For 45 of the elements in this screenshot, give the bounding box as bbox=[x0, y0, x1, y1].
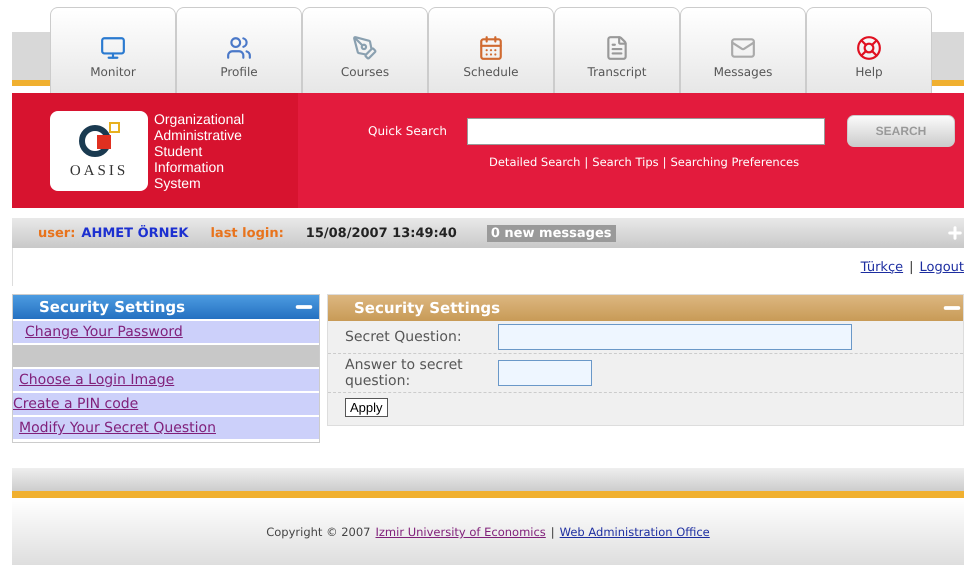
pen-icon bbox=[352, 35, 378, 61]
sidebar-link[interactable]: Create a PIN code bbox=[13, 393, 319, 415]
sidebar-title: Security Settings bbox=[39, 298, 186, 316]
calendar-icon bbox=[478, 35, 504, 61]
user-name: AHMET ÖRNEK bbox=[81, 226, 188, 240]
nav-tab[interactable]: Monitor bbox=[50, 7, 176, 93]
link-separator: | bbox=[584, 155, 588, 169]
nav-tab[interactable]: Help bbox=[806, 7, 932, 93]
sidebar-link[interactable]: Modify Your Secret Question bbox=[13, 417, 319, 439]
nav-tab[interactable]: Messages bbox=[680, 7, 806, 93]
nav-tab[interactable]: Schedule bbox=[428, 7, 554, 93]
search-label: Quick Search bbox=[368, 124, 447, 138]
apply-button[interactable]: Apply bbox=[345, 398, 388, 417]
copyright-text: Copyright © 2007 bbox=[266, 525, 370, 539]
top-link[interactable]: Türkçe bbox=[860, 260, 904, 274]
search-link[interactable]: Search Tips bbox=[592, 155, 659, 169]
nav-tab[interactable]: Profile bbox=[176, 7, 302, 93]
system-name: Organizational Administrative Student Information System bbox=[154, 110, 244, 190]
input-field[interactable] bbox=[498, 324, 852, 350]
user-label: user: bbox=[38, 226, 76, 240]
search-field[interactable] bbox=[466, 118, 825, 144]
search-link[interactable]: Searching Preferences bbox=[670, 155, 800, 169]
field-label: Answer to secret question: bbox=[345, 357, 464, 389]
messages-count: 0 new messages bbox=[486, 224, 616, 242]
login-label: last login: bbox=[210, 226, 284, 240]
sidebar-link[interactable]: Choose a Login Image bbox=[13, 369, 319, 391]
link-separator: | bbox=[662, 155, 666, 169]
people-icon bbox=[226, 35, 252, 61]
top-link[interactable]: Logout bbox=[919, 260, 964, 274]
input-field[interactable] bbox=[498, 360, 592, 386]
nav-tab[interactable]: Transcript bbox=[554, 7, 680, 93]
link-separator: | bbox=[909, 260, 914, 274]
plus-icon[interactable] bbox=[946, 224, 964, 242]
lifebuoy-icon bbox=[856, 35, 882, 61]
footer-link[interactable]: Izmir University of Economics bbox=[376, 525, 546, 539]
link-separator: | bbox=[550, 525, 555, 539]
nav-tab[interactable]: Courses bbox=[302, 7, 428, 93]
oasis-logo: OASIS bbox=[50, 110, 148, 190]
field-label: Secret Question: bbox=[345, 329, 463, 345]
monitor-icon bbox=[100, 35, 126, 61]
footer-link[interactable]: Web Administration Office bbox=[560, 525, 710, 539]
login-time: 15/08/2007 13:49:40 bbox=[306, 226, 457, 240]
sidebar-link[interactable]: Change Your Password bbox=[13, 321, 319, 343]
panel-title: Security Settings bbox=[354, 299, 500, 317]
search-link[interactable]: Detailed Search bbox=[489, 155, 580, 169]
